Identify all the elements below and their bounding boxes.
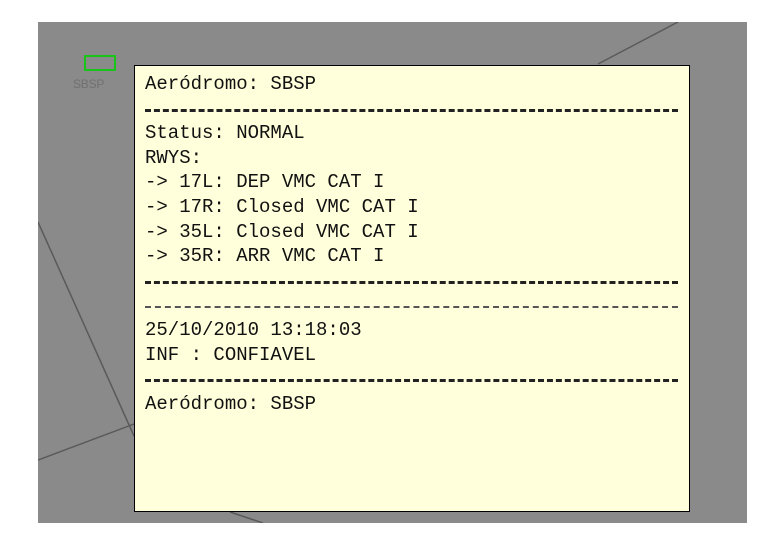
map-line — [229, 511, 264, 523]
panel-footer: Aeródromo: SBSP — [145, 392, 317, 415]
radar-map[interactable]: SBSP Aeródromo: SBSP Status: NORMAL RWYS… — [38, 22, 747, 523]
separator — [145, 97, 689, 122]
separator — [145, 269, 689, 294]
map-line — [38, 221, 135, 437]
runway-line: -> 17R: Closed VMC CAT I — [145, 195, 419, 218]
aerodrome-info-panel: Aeródromo: SBSP Status: NORMAL RWYS: -> … — [134, 65, 690, 512]
aerodrome-code-label[interactable]: SBSP — [73, 77, 104, 91]
rwys-label: RWYS: — [145, 146, 203, 169]
runway-line: -> 17L: DEP VMC CAT I — [145, 171, 385, 194]
runway-line: -> 35L: Closed VMC CAT I — [145, 220, 419, 243]
status-line: Status: NORMAL — [145, 122, 305, 145]
datetime-line: 25/10/2010 13:18:03 — [145, 318, 362, 341]
separator — [145, 293, 689, 318]
panel-header: Aeródromo: SBSP — [145, 73, 317, 95]
inf-line: INF : CONFIAVEL — [145, 343, 317, 366]
runway-line: -> 35R: ARR VMC CAT I — [145, 245, 385, 268]
map-line — [38, 423, 135, 461]
separator — [145, 367, 689, 392]
map-line — [597, 22, 679, 65]
aerodrome-square-icon[interactable] — [84, 55, 116, 71]
